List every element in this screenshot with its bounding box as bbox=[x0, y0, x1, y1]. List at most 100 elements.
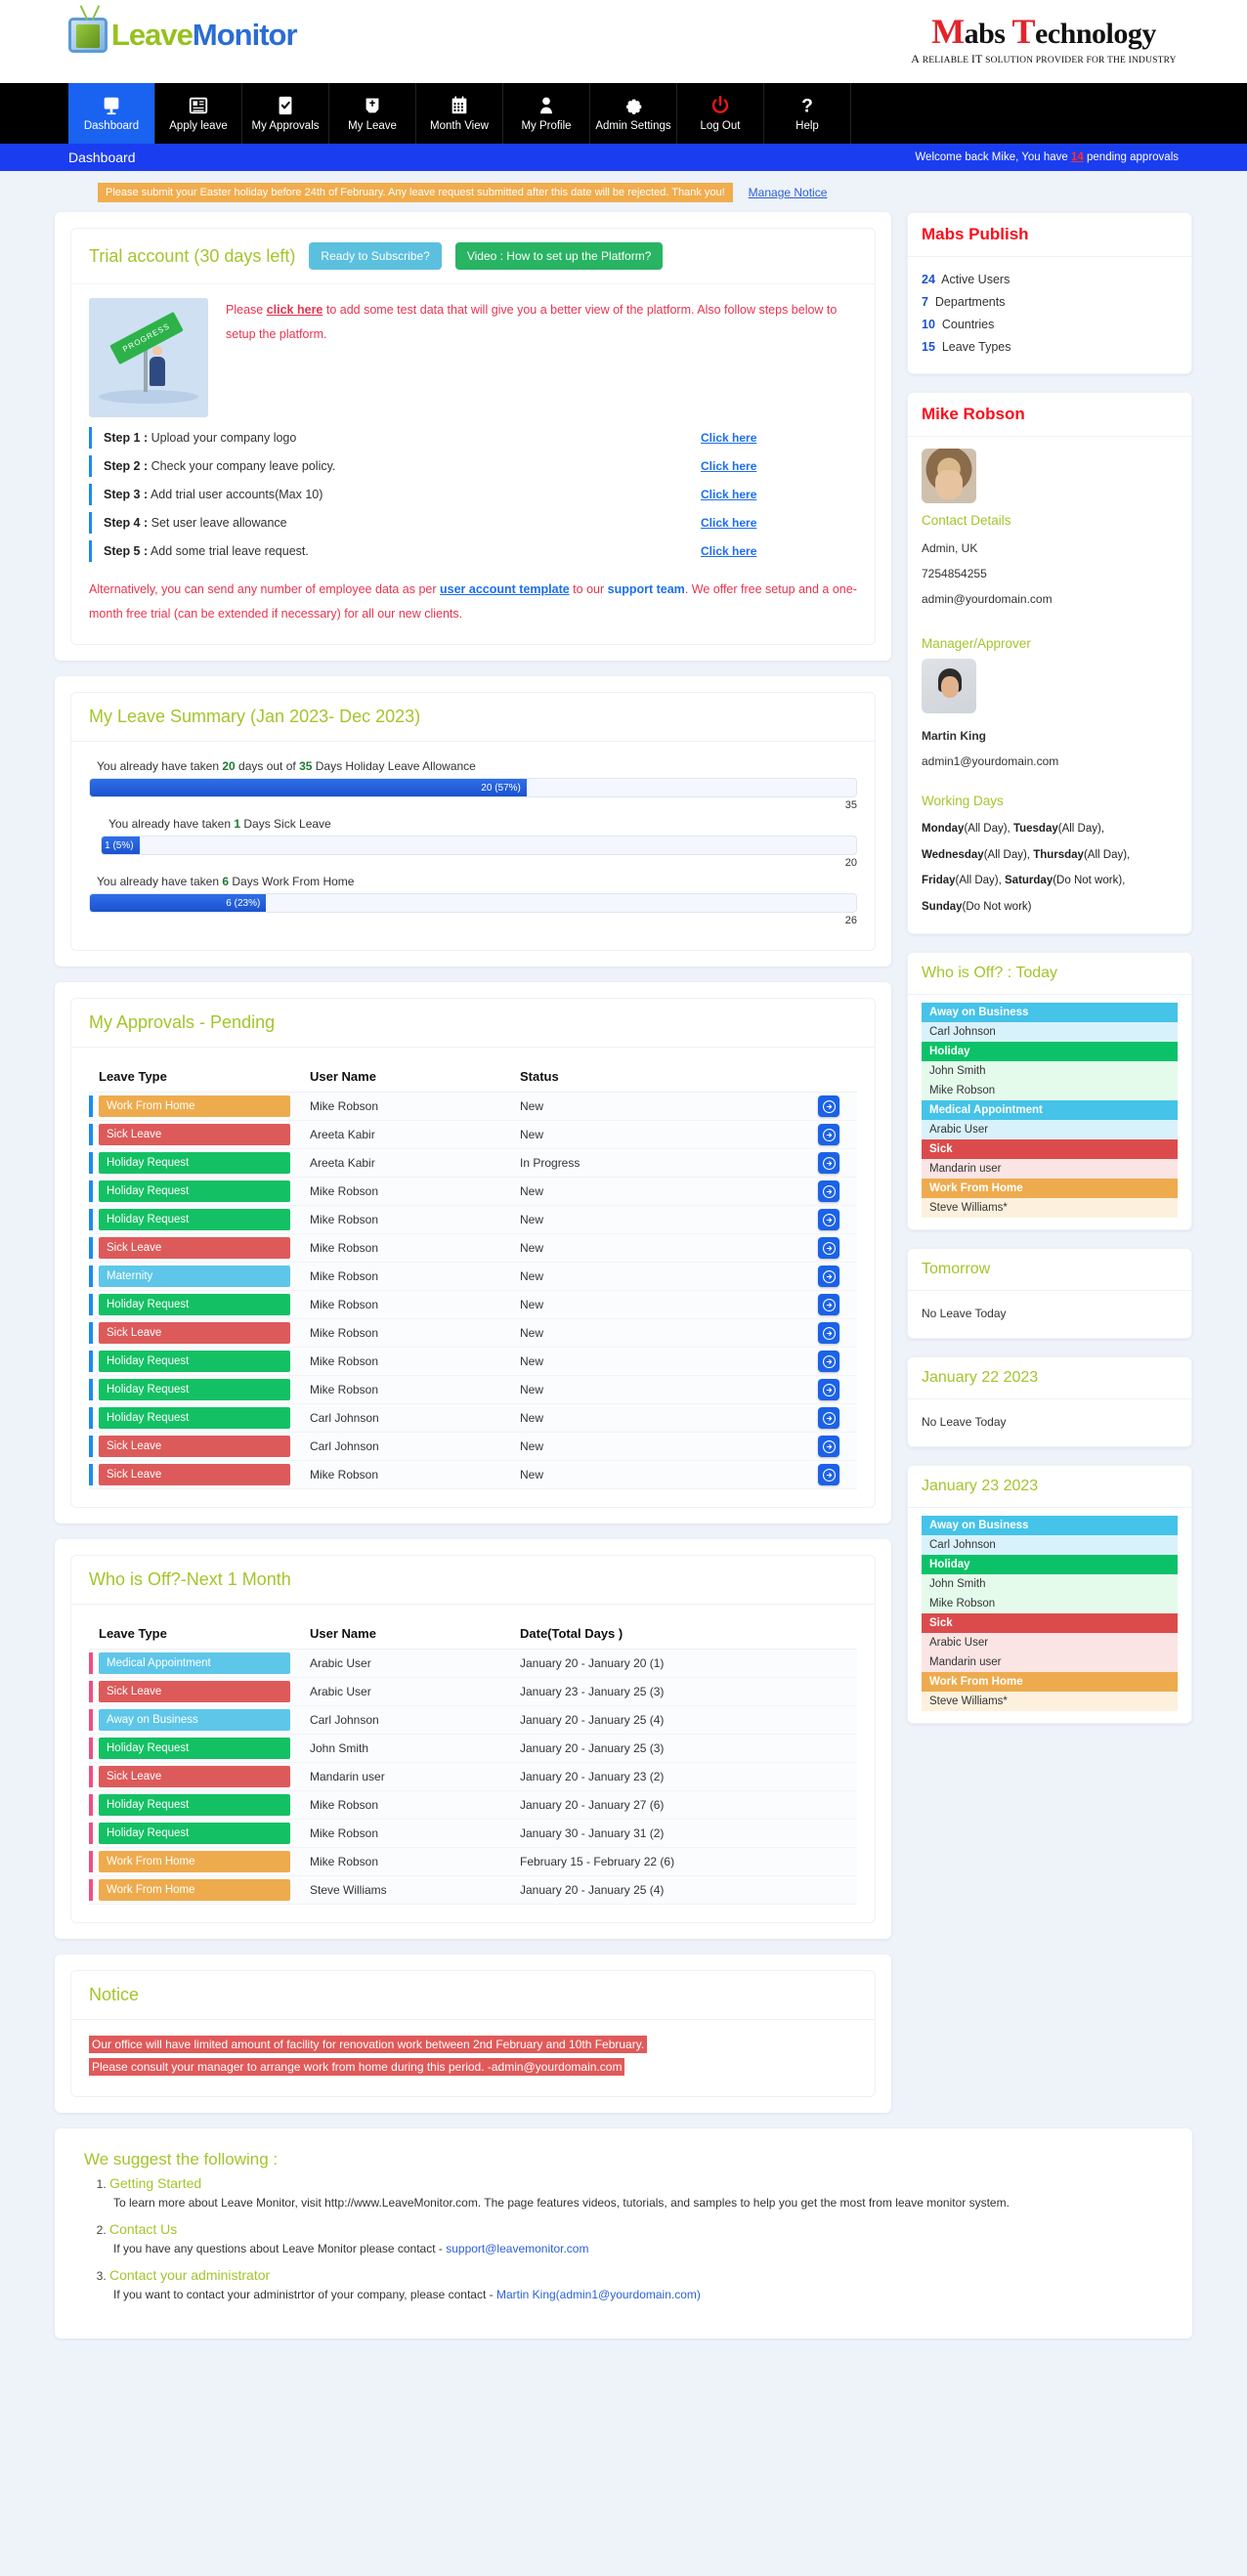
step-accent-bar bbox=[89, 455, 92, 477]
arrow-right-circle-icon[interactable] bbox=[818, 1266, 839, 1287]
setup-steps-list: Step 1 : Upload your company logo Click h… bbox=[89, 427, 857, 562]
step-text: Step 4 : Set user leave allowance bbox=[104, 516, 701, 530]
publish-stat: 15 Leave Types bbox=[922, 336, 1178, 359]
step-click-here-link[interactable]: Click here bbox=[701, 431, 857, 445]
date-range-cell: January 20 - January 25 (4) bbox=[510, 1875, 857, 1905]
leave-type-badge: Work From Home bbox=[922, 1672, 1178, 1693]
leave-type-badge: Sick Leave bbox=[99, 1322, 290, 1344]
caption-post: Days Work From Home bbox=[229, 875, 355, 888]
leave-summary-row: You already have taken 1 Days Sick Leave… bbox=[89, 817, 857, 869]
arrow-right-circle-icon[interactable] bbox=[818, 1294, 839, 1315]
leave-type-badge: Sick bbox=[922, 1613, 1178, 1634]
user-name-cell: Arabic User bbox=[300, 1677, 510, 1706]
step-click-here-link[interactable]: Click here bbox=[701, 459, 857, 473]
arrow-right-circle-icon[interactable] bbox=[818, 1407, 839, 1429]
table-row: Holiday Request Mike Robson January 30 - J… bbox=[89, 1819, 857, 1848]
nav-item-my-approvals[interactable]: My Approvals bbox=[242, 83, 329, 144]
arrow-right-circle-icon[interactable] bbox=[818, 1464, 839, 1485]
working-day-name: Wednesday bbox=[922, 848, 984, 861]
suggest-body-link[interactable]: Martin King(admin1@yourdomain.com) bbox=[496, 2288, 701, 2301]
setup-video-button[interactable]: Video : How to set up the Platform? bbox=[454, 242, 664, 270]
leave-progress-max: 35 bbox=[844, 799, 857, 811]
whoisoff-today-header: Who is Off? : Today bbox=[908, 953, 1191, 996]
user-name-cell: Arabic User bbox=[300, 1649, 510, 1678]
arrow-right-circle-icon[interactable] bbox=[818, 1124, 839, 1145]
arrow-right-circle-icon[interactable] bbox=[818, 1351, 839, 1372]
step-click-here-link[interactable]: Click here bbox=[701, 544, 857, 558]
table-row: Work From Home Steve Williams January 20 -… bbox=[89, 1875, 857, 1905]
leave-type-badge: Holiday Request bbox=[99, 1407, 290, 1429]
column-header: User Name bbox=[300, 1618, 510, 1650]
row-accent-bar bbox=[89, 1823, 93, 1844]
leave-type-badge: Holiday Request bbox=[99, 1823, 290, 1844]
leave-type-badge: Sick bbox=[922, 1139, 1178, 1160]
notice-panel-body: Our office will have limited amount of f… bbox=[71, 2020, 875, 2096]
arrow-right-circle-icon[interactable] bbox=[818, 1322, 839, 1344]
step-text: Step 2 : Check your company leave policy… bbox=[104, 459, 701, 473]
add-test-data-link[interactable]: click here bbox=[267, 303, 323, 317]
step-number: Step 4 : bbox=[104, 516, 149, 530]
suggest-body-link[interactable]: support@leavemonitor.com bbox=[446, 2242, 588, 2255]
action-cell bbox=[808, 1177, 857, 1206]
nav-item-my-leave[interactable]: My Leave bbox=[329, 83, 416, 144]
list-item: Carl Johnson bbox=[922, 1535, 1178, 1556]
stat-label: Leave Types bbox=[941, 340, 1011, 355]
leave-type-badge: Holiday Request bbox=[99, 1294, 290, 1315]
sidebar-column: Mabs Publish 24 Active Users 7 Department… bbox=[907, 212, 1192, 1741]
arrow-right-circle-icon[interactable] bbox=[818, 1436, 839, 1457]
arrow-right-circle-icon[interactable] bbox=[818, 1237, 839, 1259]
nav-item-log-out[interactable]: Log Out bbox=[677, 83, 764, 144]
arrow-right-circle-icon[interactable] bbox=[818, 1209, 839, 1230]
caption-post: Days Sick Leave bbox=[240, 817, 331, 831]
row-accent-bar bbox=[89, 1294, 93, 1315]
ready-to-subscribe-button[interactable]: Ready to Subscribe? bbox=[309, 242, 442, 270]
step-click-here-link[interactable]: Click here bbox=[701, 488, 857, 501]
calendar-icon bbox=[449, 95, 470, 116]
leave-type-cell: Work From Home bbox=[89, 1875, 300, 1905]
list-item: Contact Us If you have any questions abou… bbox=[109, 2221, 1163, 2261]
arrow-right-circle-icon[interactable] bbox=[818, 1152, 839, 1174]
leave-type-cell: Holiday Request bbox=[89, 1790, 300, 1820]
step-click-here-link[interactable]: Click here bbox=[701, 516, 857, 530]
date-range-cell: January 30 - January 31 (2) bbox=[510, 1819, 857, 1848]
user-name-cell: John Smith bbox=[300, 1734, 510, 1763]
manage-notice-link[interactable]: Manage Notice bbox=[749, 186, 828, 199]
action-cell bbox=[808, 1318, 857, 1348]
days-taken: 6 bbox=[222, 875, 230, 888]
table-row: Sick Leave Mike Robson New bbox=[89, 1233, 857, 1263]
nav-item-admin-settings[interactable]: Admin Settings bbox=[590, 83, 677, 144]
jan23-header: January 23 2023 bbox=[908, 1466, 1191, 1509]
nav-item-dashboard[interactable]: Dashboard bbox=[68, 83, 155, 144]
leave-type-badge: Sick Leave bbox=[99, 1681, 290, 1702]
leave-type-cell: Sick Leave bbox=[89, 1460, 300, 1489]
corp-echnology: echnology bbox=[1035, 18, 1156, 50]
action-cell bbox=[808, 1290, 857, 1319]
row-accent-bar bbox=[89, 1351, 93, 1372]
nav-item-my-profile[interactable]: My Profile bbox=[503, 83, 590, 144]
person-icon bbox=[536, 95, 557, 116]
action-cell bbox=[808, 1148, 857, 1178]
arrow-right-circle-icon[interactable] bbox=[818, 1181, 839, 1202]
leave-type-badge: Holiday Request bbox=[99, 1794, 290, 1816]
arrow-right-circle-icon[interactable] bbox=[818, 1095, 839, 1117]
setup-step: Step 3 : Add trial user accounts(Max 10)… bbox=[89, 484, 857, 505]
pending-approvals-count[interactable]: 14 bbox=[1071, 151, 1084, 163]
list-item: Steve Williams* bbox=[922, 1692, 1178, 1712]
notice-panel: Notice Our office will have limited amou… bbox=[55, 1954, 891, 2113]
nav-item-label: My Profile bbox=[521, 120, 572, 132]
arrow-right-circle-icon[interactable] bbox=[818, 1379, 839, 1400]
user-name-cell: Mike Robson bbox=[300, 1819, 510, 1848]
table-row: Sick Leave Arabic User January 23 - Januar… bbox=[89, 1677, 857, 1706]
step-description: Set user leave allowance bbox=[150, 516, 287, 530]
nav-item-help[interactable]: ? Help bbox=[764, 83, 851, 144]
leavemonitor-logo[interactable]: LeaveMonitor bbox=[68, 18, 298, 53]
approvals-body: Leave Type User Name Status Work From Home… bbox=[71, 1048, 875, 1507]
caption-post: Days Holiday Leave Allowance bbox=[312, 759, 476, 773]
nav-item-month-view[interactable]: Month View bbox=[416, 83, 503, 144]
user-account-template-link[interactable]: user account template bbox=[440, 582, 570, 596]
leave-type-badge: Holiday bbox=[922, 1555, 1178, 1575]
working-day-name: Friday bbox=[922, 875, 956, 887]
trial-account-body: PROGRESS Please click here to add some t… bbox=[71, 284, 875, 644]
nav-item-apply-leave[interactable]: Apply leave bbox=[155, 83, 242, 144]
suggest-title: We suggest the following : bbox=[84, 2149, 279, 2168]
